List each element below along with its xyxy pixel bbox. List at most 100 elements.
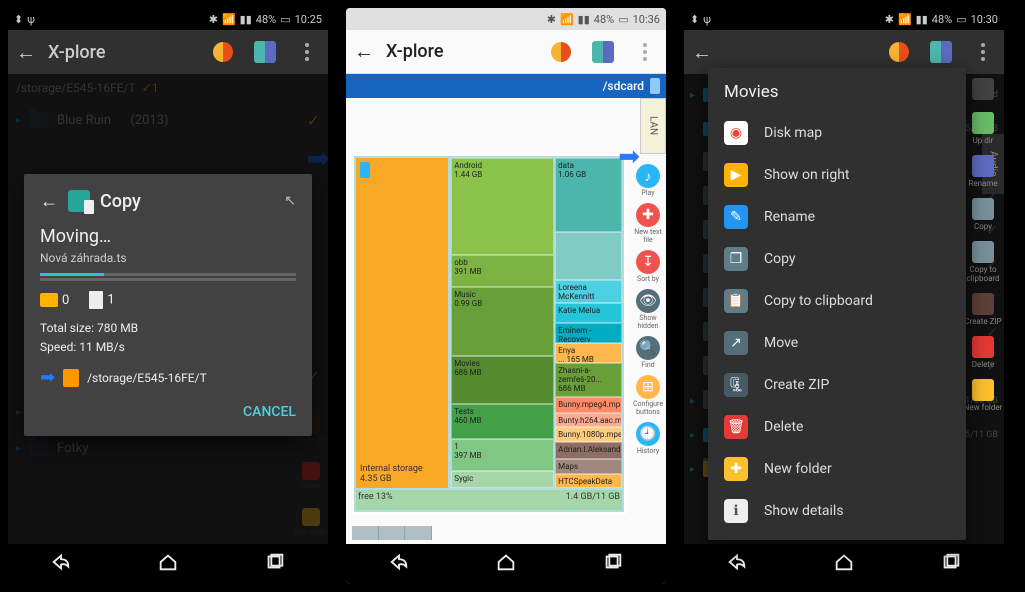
dialog-speed: Speed: 11 MB/s <box>40 338 296 357</box>
nav-home-icon[interactable] <box>157 551 179 577</box>
treemap-cell[interactable]: Movies686 MB <box>451 356 554 405</box>
treemap-cell[interactable]: Bunny.1080p.mpeg... <box>555 427 622 441</box>
status-bar: ✱📶▮▮ 48%▭ 10:36 <box>346 8 666 30</box>
dialog-counts: 0 1 <box>40 291 296 309</box>
disk-treemap[interactable]: Internal storage4.35 GB Android1.44 GBob… <box>352 154 626 514</box>
nav-recent-icon[interactable] <box>940 551 962 577</box>
nav-home-icon[interactable] <box>495 551 517 577</box>
back-icon[interactable]: ← <box>16 40 36 65</box>
side-tool-sort-by[interactable]: ↧Sort by <box>636 250 660 283</box>
nav-recent-icon[interactable] <box>264 551 286 577</box>
treemap-cell[interactable]: Android1.44 GB <box>451 158 554 255</box>
side-new-folder[interactable]: New folder <box>964 379 1003 412</box>
back-icon[interactable]: ← <box>692 40 712 65</box>
dialog-title: Copy <box>100 191 141 212</box>
treemap-cell[interactable]: Zhasni-a-zemřeš-20...686 MB <box>555 363 622 397</box>
dialog-filename: Nová záhrada.ts <box>40 251 296 265</box>
treemap-cell[interactable]: Tests460 MB <box>451 404 554 439</box>
arrow-right-icon: ➡ <box>40 367 55 388</box>
menu-show-details[interactable]: ℹShow details <box>708 490 966 532</box>
side-new-folder[interactable]: New folder <box>294 508 328 536</box>
app-title: X-plore <box>48 42 194 63</box>
dialog-back-icon[interactable]: ← <box>40 191 58 212</box>
sdcard-icon <box>63 369 79 387</box>
pane-toggle-icon[interactable] <box>590 39 616 65</box>
app-toolbar: ← X-plore <box>346 30 666 74</box>
copy-icon <box>68 190 90 212</box>
overflow-icon[interactable] <box>632 39 658 65</box>
treemap-cell[interactable]: Bunty.h264.aac.m... <box>555 413 622 427</box>
treemap-cell[interactable]: HTCSpeakData138 MB <box>555 474 622 488</box>
treemap-root[interactable]: Internal storage4.35 GB <box>356 158 448 488</box>
treemap-cell[interactable]: Maps <box>555 459 622 473</box>
side-up-dir[interactable]: Up dir <box>972 112 994 145</box>
side-item[interactable] <box>972 78 994 102</box>
side-copy[interactable]: Copy <box>972 198 994 231</box>
side-delete[interactable]: Delete <box>972 336 995 369</box>
treemap-cell[interactable]: Music0.99 GB <box>451 287 554 356</box>
treemap-cell[interactable]: 1397 MB <box>451 439 554 471</box>
side-delete[interactable]: Delete <box>301 462 321 490</box>
treemap-cell[interactable] <box>555 232 622 280</box>
breadcrumb[interactable]: /sdcard <box>346 74 666 98</box>
context-menu: Movies ◉Disk map▶Show on right✎Rename❐Co… <box>708 68 966 540</box>
breadcrumb[interactable]: /storage/E545-16FE/T✓1 <box>8 74 328 102</box>
menu-create-zip[interactable]: 🗜Create ZIP <box>708 364 966 406</box>
phone-icon <box>360 162 370 178</box>
treemap-cell[interactable]: data1.06 GB <box>555 158 622 232</box>
side-tool-new-text-file[interactable]: ✚New text file <box>630 203 666 244</box>
overflow-icon[interactable] <box>970 39 996 65</box>
treemap-free: free 13%1.4 GB/11 GB <box>356 490 622 510</box>
side-tool-history[interactable]: 🕘History <box>636 422 660 455</box>
nav-bar <box>8 544 328 584</box>
menu-copy[interactable]: ❐Copy <box>708 238 966 280</box>
status-bar: ⬍ψ ✱📶▮▮ 48%▭ 10:30 <box>684 8 1004 30</box>
side-tool-configure-buttons[interactable]: ⊞Configure buttons <box>630 375 666 416</box>
menu-disk-map[interactable]: ◉Disk map <box>708 112 966 154</box>
app-toolbar: ← X-plore <box>8 30 328 74</box>
bookmark-icon[interactable] <box>886 39 912 65</box>
folder-icon <box>40 293 58 307</box>
scroll-indicator[interactable] <box>352 526 432 540</box>
folder-row[interactable]: ▸ Blue Ruin (2013) ✓ <box>8 102 328 138</box>
nav-back-icon[interactable] <box>726 551 748 577</box>
bookmark-icon[interactable] <box>210 39 236 65</box>
nav-bar <box>684 544 1004 584</box>
menu-rename[interactable]: ✎Rename <box>708 196 966 238</box>
pane-arrow-icon[interactable]: ➡ <box>618 142 640 172</box>
treemap-cell[interactable]: obb391 MB <box>451 255 554 287</box>
treemap-cell[interactable]: Bunny.mpeg4.mp3... <box>555 397 622 413</box>
nav-home-icon[interactable] <box>833 551 855 577</box>
side-rename[interactable]: Rename <box>968 155 997 188</box>
progress-bar <box>40 273 296 276</box>
nav-recent-icon[interactable] <box>602 551 624 577</box>
nav-back-icon[interactable] <box>50 551 72 577</box>
back-icon[interactable]: ← <box>354 39 374 64</box>
collapse-icon[interactable]: ↖ <box>284 193 296 209</box>
treemap-cell[interactable]: Enya... 165 MB <box>555 343 622 363</box>
lan-tab[interactable]: LAN <box>640 98 666 154</box>
copy-dialog: ← Copy ↖ Moving… Nová záhrada.ts 0 1 Tot… <box>24 174 312 436</box>
overflow-icon[interactable] <box>294 39 320 65</box>
side-create-zip[interactable]: Create ZIP <box>964 293 1001 326</box>
side-tool-find[interactable]: 🔍Find <box>636 336 660 369</box>
side-copy-to-clipboard[interactable]: Copy to clipboard <box>962 241 1004 283</box>
menu-show-on-right[interactable]: ▶Show on right <box>708 154 966 196</box>
treemap-cell[interactable]: Loreena McKennitt <box>555 280 622 303</box>
pane-toggle-icon[interactable] <box>252 39 278 65</box>
treemap-cell[interactable]: Eminem - Recovery <box>555 323 622 343</box>
treemap-cell[interactable]: Adrian.I.Aleksandr-... <box>555 442 622 459</box>
bookmark-icon[interactable] <box>548 39 574 65</box>
menu-move[interactable]: ↗Move <box>708 322 966 364</box>
menu-new-folder[interactable]: ✚New folder <box>708 448 966 490</box>
nav-back-icon[interactable] <box>388 551 410 577</box>
menu-delete[interactable]: 🗑Delete <box>708 406 966 448</box>
pane-toggle-icon[interactable] <box>928 39 954 65</box>
dialog-destination: ➡ /storage/E545-16FE/T <box>40 367 296 388</box>
treemap-cell[interactable]: Katie Melua <box>555 303 622 323</box>
cancel-button[interactable]: CANCEL <box>40 404 296 420</box>
treemap-cell[interactable]: Sygic <box>451 471 554 488</box>
status-bar: ⬍ψ ✱📶▮▮ 48%▭ 10:25 <box>8 8 328 30</box>
menu-copy-to-clipboard[interactable]: 📋Copy to clipboard <box>708 280 966 322</box>
side-tool-show-hidden[interactable]: 👁Show hidden <box>630 289 666 330</box>
